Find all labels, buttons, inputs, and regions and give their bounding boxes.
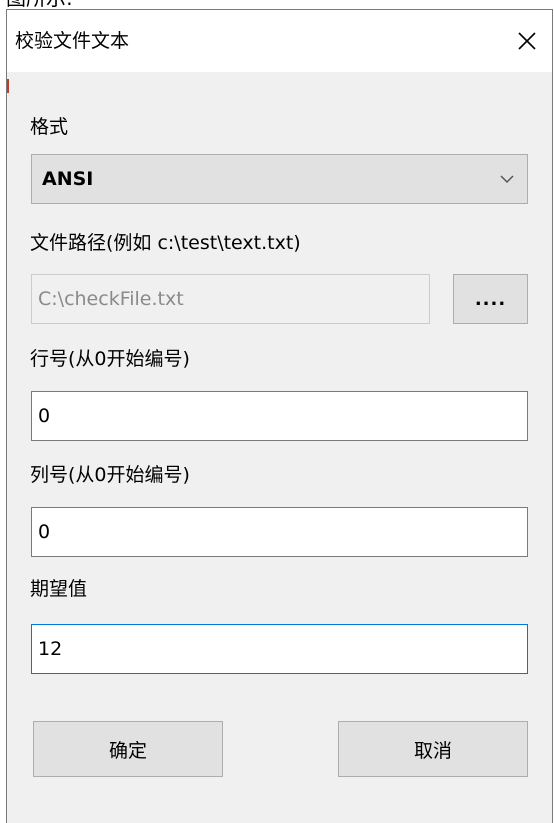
close-icon — [518, 32, 536, 50]
chevron-down-icon — [500, 175, 514, 184]
file-path-label: 文件路径(例如 c:\test\text.txt) — [30, 232, 301, 254]
top-caption: 图所示: — [0, 0, 73, 8]
format-label: 格式 — [30, 116, 69, 138]
column-number-label: 列号(从0开始编号) — [30, 464, 190, 486]
column-number-value: 0 — [38, 521, 51, 543]
line-number-input[interactable]: 0 — [31, 391, 528, 441]
format-select[interactable]: ANSI — [31, 154, 528, 204]
dialog-title: 校验文件文本 — [15, 30, 130, 52]
line-number-value: 0 — [38, 405, 51, 427]
format-selected-value: ANSI — [42, 168, 94, 190]
column-number-input[interactable]: 0 — [31, 507, 528, 557]
line-number-label: 行号(从0开始编号) — [30, 348, 190, 370]
verify-file-text-dialog: 校验文件文本 格式 ANSI 文件路径(例如 c:\test\text.txt)… — [6, 9, 553, 823]
expected-value-label: 期望值 — [30, 578, 88, 600]
expected-value-input[interactable]: 12 — [31, 624, 528, 674]
browse-button[interactable]: .... — [453, 274, 528, 324]
edge-mark — [7, 79, 9, 93]
expected-value-value: 12 — [38, 638, 63, 660]
ok-button[interactable]: 确定 — [33, 721, 223, 777]
file-path-value: C:\checkFile.txt — [38, 288, 184, 310]
close-button[interactable] — [502, 10, 552, 72]
title-bar: 校验文件文本 — [7, 10, 552, 72]
cancel-button[interactable]: 取消 — [338, 721, 528, 777]
file-path-input[interactable]: C:\checkFile.txt — [31, 274, 430, 324]
